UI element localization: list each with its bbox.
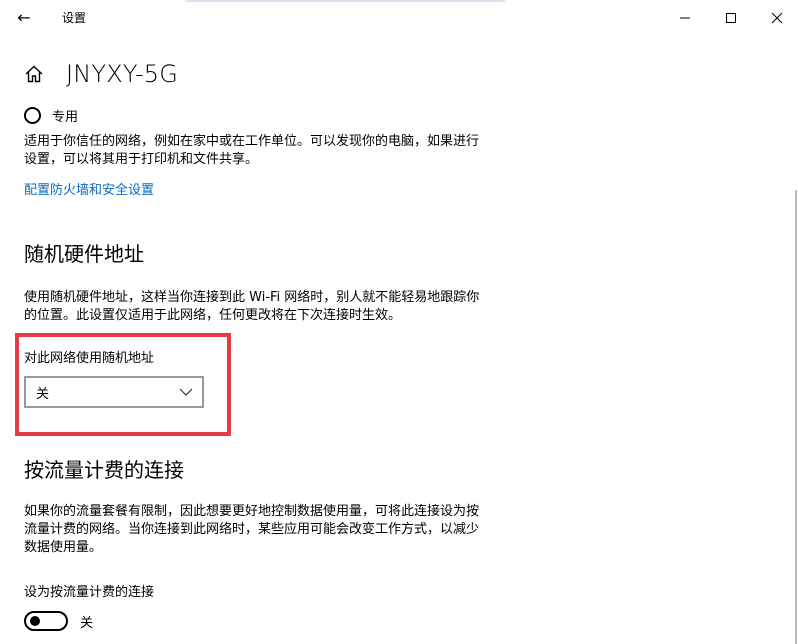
toggle-state-label: 关 (80, 615, 94, 631)
metered-description: 如果你的流量套餐有限制，因此想要更好地控制数据使用量，可将此连接设为按流量计费的… (24, 504, 480, 555)
private-network-description: 适用于你信任的网络，例如在家中或在工作单位。可以发现你的电脑，如果进行设置，可以… (24, 134, 480, 167)
page-title: JNYXY-5G (66, 60, 179, 88)
close-icon (771, 12, 783, 24)
random-hw-heading: 随机硬件地址 (24, 242, 144, 266)
scrollbar[interactable] (795, 190, 797, 644)
metered-toggle-row: 关 (24, 611, 93, 631)
radio-label: 专用 (52, 109, 79, 125)
toggle-knob (30, 616, 40, 626)
metered-heading: 按流量计费的连接 (24, 458, 184, 482)
minimize-icon (680, 17, 690, 19)
window-title: 设置 (62, 11, 87, 25)
private-network-radio[interactable]: 专用 (24, 104, 78, 126)
metered-toggle-label: 设为按流量计费的连接 (24, 585, 155, 600)
close-button[interactable] (754, 0, 798, 36)
minimize-button[interactable] (662, 0, 708, 36)
maximize-button[interactable] (708, 0, 754, 36)
highlight-box (15, 333, 231, 436)
title-bar: ← 设置 (0, 0, 798, 36)
firewall-settings-link[interactable]: 配置防火墙和安全设置 (24, 182, 154, 200)
random-hw-description: 使用随机硬件地址，这样当你连接到此 Wi-Fi 网络时，别人就不能轻易地跟踪你的… (24, 290, 480, 323)
home-icon[interactable] (24, 64, 44, 84)
metered-toggle[interactable] (24, 611, 68, 631)
radio-button[interactable] (24, 106, 41, 124)
maximize-icon (726, 13, 736, 23)
back-arrow-icon[interactable]: ← (12, 6, 36, 30)
